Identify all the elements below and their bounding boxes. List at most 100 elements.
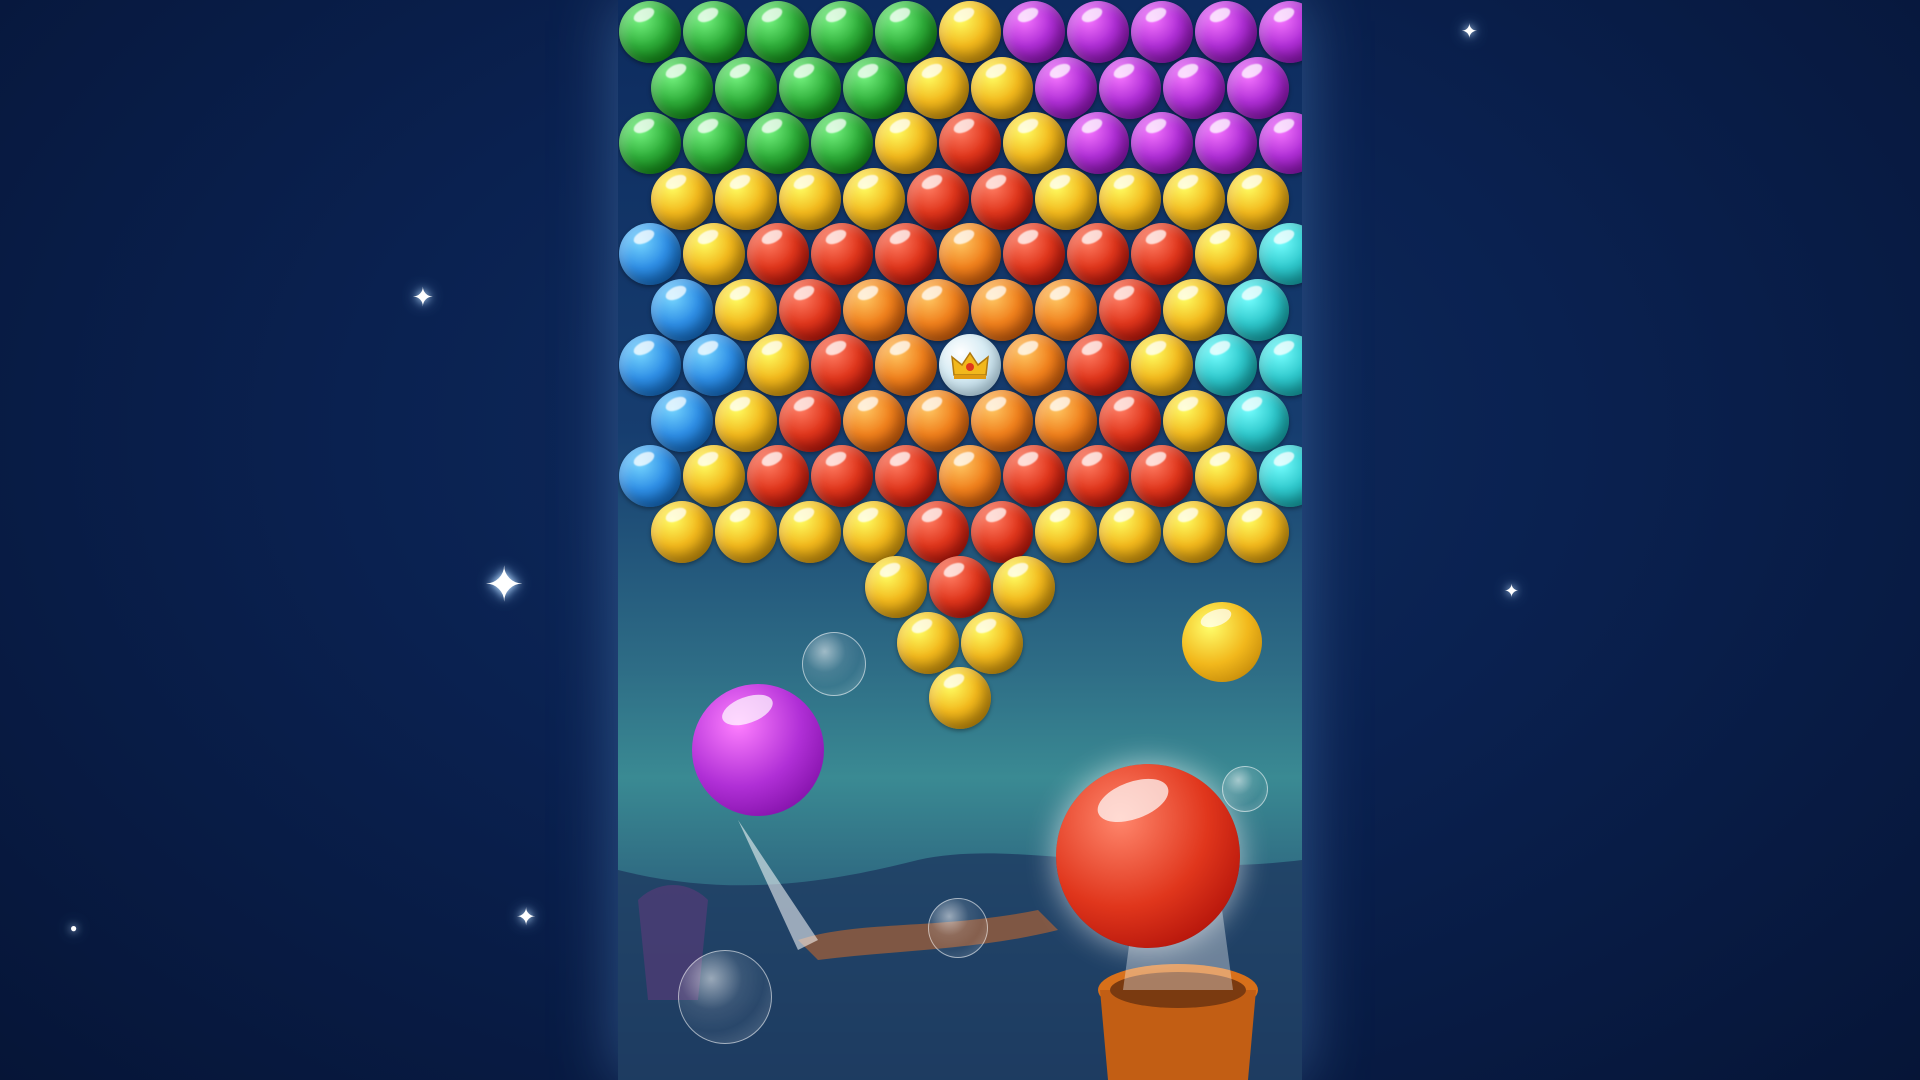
bubble-red — [811, 223, 873, 285]
bubble-red — [907, 500, 969, 563]
bubble-red — [1003, 445, 1065, 507]
bubble-orange — [939, 445, 1001, 507]
bubble-orange — [1035, 278, 1097, 341]
yellow-flying-ball — [1182, 602, 1262, 682]
floating-bubble — [928, 898, 988, 958]
bubble-blue — [619, 334, 681, 396]
bubble-red — [1003, 223, 1065, 285]
bubble-yellow — [715, 389, 777, 452]
bubble-yellow — [747, 334, 809, 396]
bubble-yellow — [715, 167, 777, 230]
bubble-yellow — [843, 167, 905, 230]
sparkle-star-icon: ● — [70, 921, 78, 935]
bubble-orange — [843, 278, 905, 341]
bubble-orange — [971, 278, 1033, 341]
bubble-orange — [907, 389, 969, 452]
sparkle-star-icon: ✦ — [412, 282, 434, 312]
bubble-red — [811, 445, 873, 507]
bubble-yellow — [1195, 223, 1257, 285]
bubble-green — [619, 112, 681, 174]
bubble-purple — [1131, 112, 1193, 174]
bubble-green — [811, 1, 873, 63]
bubble-yellow — [1131, 334, 1193, 396]
bubble-yellow — [907, 56, 969, 119]
bubble-purple — [1067, 1, 1129, 63]
bubble-cyan — [1259, 334, 1302, 396]
bubble-red — [907, 167, 969, 230]
bubble-yellow — [1035, 500, 1097, 563]
bubble-yellow — [1227, 500, 1289, 563]
bubble-purple — [1195, 1, 1257, 63]
bubble-red — [875, 223, 937, 285]
bubble-blue — [683, 334, 745, 396]
bubble-cyan — [1259, 223, 1302, 285]
bubble-yellow — [1163, 389, 1225, 452]
bubble-yellow — [1227, 167, 1289, 230]
sparkle-star-icon: ✦ — [1504, 581, 1520, 601]
bubble-green — [843, 56, 905, 119]
bubble-red — [747, 223, 809, 285]
red-shooter-ball[interactable] — [1056, 764, 1240, 948]
bubble-yellow — [715, 500, 777, 563]
bubble-green — [715, 56, 777, 119]
bubble-cyan — [1259, 445, 1302, 507]
bubble-yellow — [929, 667, 991, 729]
bubble-red — [929, 556, 991, 618]
bubble-yellow — [651, 167, 713, 230]
bubble-purple — [1003, 1, 1065, 63]
bubble-blue — [651, 389, 713, 452]
bubble-blue — [651, 278, 713, 341]
bubble-red — [971, 167, 1033, 230]
bubble-orange — [971, 389, 1033, 452]
bubble-red — [1067, 334, 1129, 396]
bubble-yellow — [1099, 167, 1161, 230]
bubble-purple — [1099, 56, 1161, 119]
bubble-green — [651, 56, 713, 119]
bubble-orange — [843, 389, 905, 452]
bubble-green — [683, 1, 745, 63]
bubble-red — [1131, 223, 1193, 285]
bubble-green — [811, 112, 873, 174]
bubble-red — [779, 278, 841, 341]
bubble-purple — [1195, 112, 1257, 174]
bubble-yellow — [779, 167, 841, 230]
bubble-red — [811, 334, 873, 396]
bubble-purple — [1163, 56, 1225, 119]
bubble-blue — [619, 445, 681, 507]
bubble-yellow — [683, 223, 745, 285]
bubble-yellow — [651, 500, 713, 563]
bubble-cyan — [1195, 334, 1257, 396]
bubble-red — [875, 445, 937, 507]
bubble-green — [619, 1, 681, 63]
bubble-yellow — [1003, 112, 1065, 174]
bubble-green — [875, 1, 937, 63]
bubble-cyan — [1227, 278, 1289, 341]
bubble-red — [1067, 445, 1129, 507]
bubble-yellow — [683, 445, 745, 507]
bubble-purple — [1227, 56, 1289, 119]
bubble-red — [779, 389, 841, 452]
bubble-green — [683, 112, 745, 174]
bubble-yellow — [993, 556, 1055, 618]
bubble-yellow — [897, 611, 959, 674]
bubble-green — [747, 1, 809, 63]
sparkle-star-icon: ✦ — [484, 559, 525, 612]
floating-bubble — [678, 950, 772, 1044]
bubble-yellow — [1035, 167, 1097, 230]
bubble-purple — [1035, 56, 1097, 119]
purple-flying-ball — [692, 684, 824, 816]
floating-bubble — [802, 632, 866, 696]
bubble-yellow — [1195, 445, 1257, 507]
bubble-yellow — [865, 556, 927, 618]
sparkle-star-icon: ✦ — [1461, 21, 1478, 43]
bubble-purple — [1259, 1, 1302, 63]
sparkle-star-icon: ✦ — [516, 904, 537, 931]
game-playfield[interactable] — [618, 0, 1302, 1080]
bubble-red — [1131, 445, 1193, 507]
bubble-orange — [875, 334, 937, 396]
bubble-orange — [939, 223, 1001, 285]
bubble-yellow — [843, 500, 905, 563]
bubble-yellow — [1163, 500, 1225, 563]
bubble-yellow — [779, 500, 841, 563]
bubble-yellow — [939, 1, 1001, 63]
